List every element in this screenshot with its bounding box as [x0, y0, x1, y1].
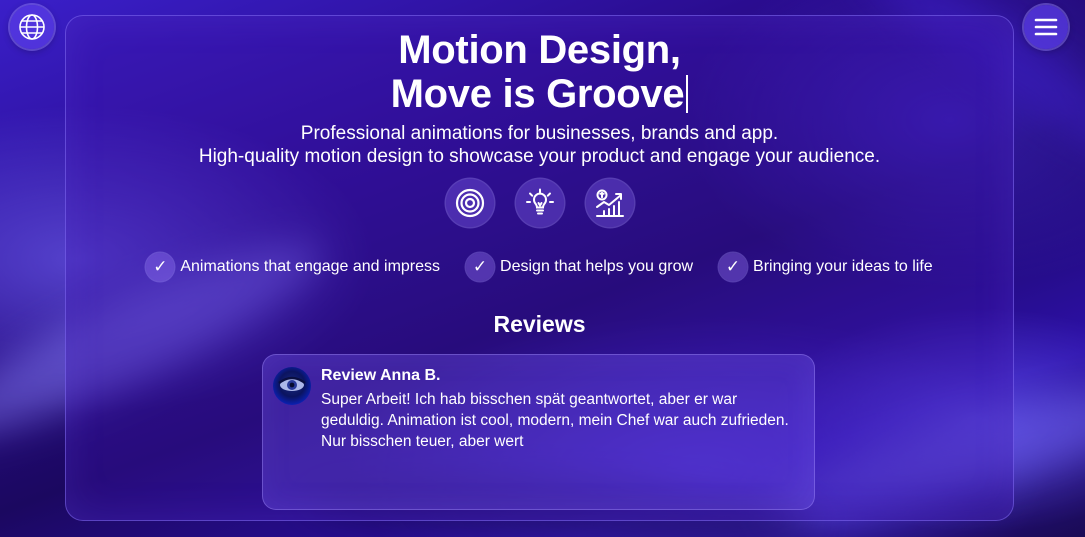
avatar	[273, 367, 311, 405]
hero-title-line2-text: Move is Groove	[390, 72, 685, 116]
hamburger-menu-icon	[1034, 18, 1058, 36]
checkmark-icon: ✓	[466, 253, 495, 281]
feature-icons	[66, 179, 1013, 227]
feature-bullet-label: Design that helps you grow	[500, 258, 694, 275]
reviews-heading: Reviews	[493, 311, 586, 337]
feature-bullets: ✓ Animations that engage and impress ✓ D…	[66, 253, 1013, 281]
checkmark-icon: ✓	[146, 253, 175, 281]
review-text: Super Arbeit! Ich hab bisschen spät gean…	[321, 391, 789, 450]
lightbulb-icon	[515, 179, 564, 227]
hero-title-line1: Motion Design,	[398, 28, 681, 72]
typing-caret	[686, 75, 689, 113]
feature-bullet-label: Animations that engage and impress	[180, 258, 441, 275]
hero-title-line2: Move is Groove	[66, 72, 1013, 116]
feature-bullet: ✓ Bringing your ideas to life	[719, 253, 933, 281]
menu-button[interactable]	[1024, 5, 1068, 49]
language-button[interactable]	[10, 5, 54, 49]
target-icon	[445, 179, 494, 227]
feature-bullet: ✓ Design that helps you grow	[466, 253, 693, 281]
growth-chart-icon	[585, 179, 634, 227]
hero-subtitle-line2: High-quality motion design to showcase y…	[198, 146, 881, 167]
feature-bullet-label: Bringing your ideas to life	[753, 258, 933, 275]
feature-bullet: ✓ Animations that engage and impress	[146, 253, 440, 281]
globe-icon	[19, 14, 45, 40]
hero-panel: Motion Design, Move is Groove Profession…	[65, 15, 1014, 521]
hero-subtitle-line1: Professional animations for businesses, …	[300, 123, 779, 144]
checkmark-icon: ✓	[719, 253, 748, 281]
reviewer-name: Review Anna B.	[321, 367, 441, 384]
review-card: Review Anna B. Super Arbeit! Ich hab bis…	[262, 354, 815, 510]
